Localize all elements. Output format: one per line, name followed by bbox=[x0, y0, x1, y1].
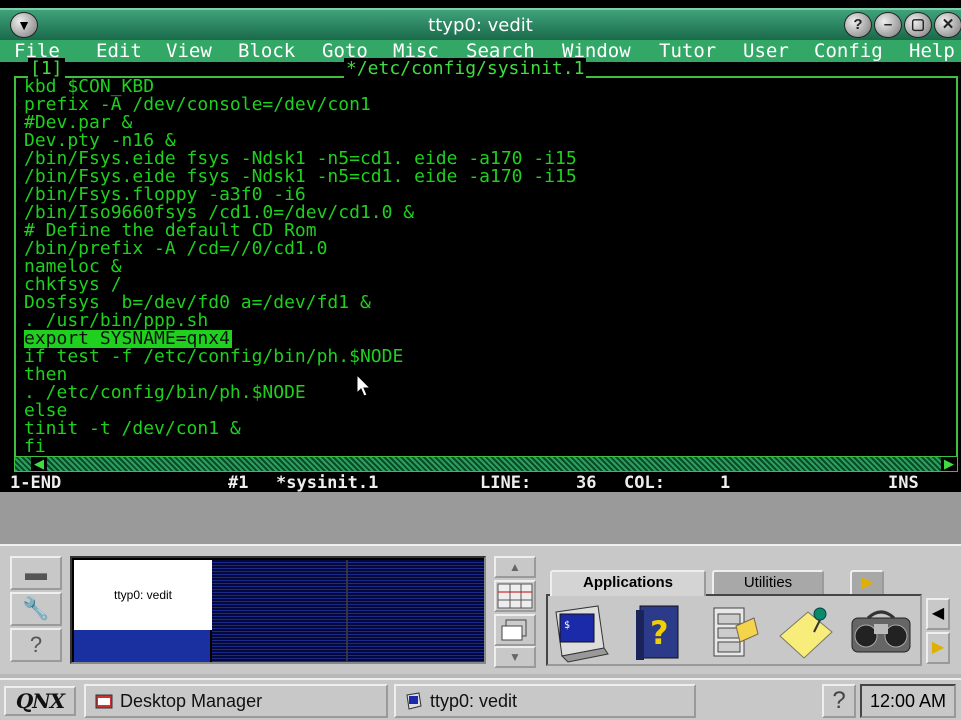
menu-user[interactable]: User bbox=[743, 40, 789, 62]
launcher-scroll-left-icon[interactable]: ◀ bbox=[926, 598, 950, 630]
editor-line: if test -f /etc/config/bin/ph.$NODE bbox=[24, 346, 404, 367]
desktop-pager[interactable]: ttyp0: vedit bbox=[70, 556, 486, 664]
qnx-logo-button[interactable]: QNX bbox=[4, 686, 76, 716]
terminal-icon[interactable]: $ bbox=[546, 598, 612, 668]
desktop-background bbox=[0, 492, 961, 544]
horizontal-scrollbar[interactable]: ◀ ▶ bbox=[14, 456, 958, 472]
file-path-label: */etc/config/sysinit.1 bbox=[344, 58, 587, 79]
help-book-icon[interactable]: ? bbox=[626, 598, 692, 668]
menu-view[interactable]: View bbox=[166, 40, 212, 62]
task-label: ttyp0: vedit bbox=[430, 691, 518, 711]
menu-help[interactable]: Help bbox=[909, 40, 955, 62]
launcher-scroll-right-icon[interactable]: ▶ bbox=[926, 632, 950, 664]
mouse-pointer-icon bbox=[356, 374, 372, 397]
terminal-task-icon bbox=[404, 690, 424, 710]
status-col-label: COL: bbox=[624, 473, 665, 492]
tab-more-icon[interactable]: ▶ bbox=[850, 570, 884, 596]
editor-line: fi bbox=[24, 436, 46, 457]
window-maximize-button[interactable]: ▢ bbox=[904, 12, 932, 38]
status-filename: *sysinit.1 bbox=[276, 473, 379, 492]
window-title: ttyp0: vedit bbox=[428, 15, 533, 36]
task-label: Desktop Manager bbox=[120, 691, 263, 711]
clock: 12:00 AM bbox=[860, 684, 956, 718]
window-minimize-button[interactable]: – bbox=[874, 12, 902, 38]
pager-scroll-up-icon[interactable]: ▲ bbox=[494, 556, 536, 578]
taskbar-help-button[interactable]: ? bbox=[822, 684, 856, 718]
status-insert-mode: INS bbox=[888, 473, 919, 492]
pager-divider bbox=[346, 560, 348, 662]
status-line-label: LINE: bbox=[480, 473, 532, 492]
task-ttyp0-vedit[interactable]: ttyp0: vedit bbox=[394, 684, 696, 718]
terminal-window: ▼ ttyp0: vedit ? – ▢ ✕ File Edit View Bl… bbox=[0, 0, 961, 492]
tab-utilities[interactable]: Utilities bbox=[712, 570, 824, 596]
status-line-value: 36 bbox=[576, 473, 597, 492]
tab-applications[interactable]: Applications bbox=[550, 570, 706, 596]
media-player-icon[interactable] bbox=[848, 598, 914, 668]
pager-window-thumbnail[interactable]: ttyp0: vedit bbox=[74, 560, 212, 630]
task-desktop-manager[interactable]: Desktop Manager bbox=[84, 684, 388, 718]
editor-line: tinit -t /dev/con1 & bbox=[24, 418, 241, 439]
menu-block[interactable]: Block bbox=[238, 40, 295, 62]
scroll-right-icon[interactable]: ▶ bbox=[941, 457, 957, 471]
pager-grid-icon[interactable] bbox=[494, 580, 536, 612]
svg-text:$: $ bbox=[564, 620, 570, 631]
window-titlebar[interactable]: ▼ ttyp0: vedit ? – ▢ ✕ bbox=[0, 8, 961, 40]
help-question-icon[interactable]: ? bbox=[10, 628, 62, 662]
status-buffer: #1 bbox=[228, 473, 249, 492]
status-mode: 1-END bbox=[10, 473, 62, 492]
menu-config[interactable]: Config bbox=[814, 40, 883, 62]
pager-console-region bbox=[74, 630, 210, 662]
status-col-value: 1 bbox=[720, 473, 731, 492]
wrench-icon[interactable]: 🔧 bbox=[10, 592, 62, 626]
menu-edit[interactable]: Edit bbox=[96, 40, 142, 62]
editor-text-area[interactable]: kbd $CON_KBD prefix -A /dev/console=/dev… bbox=[14, 78, 958, 456]
svg-text:?: ? bbox=[650, 614, 669, 652]
pager-window-list-icon[interactable] bbox=[494, 614, 536, 646]
scroll-left-icon[interactable]: ◀ bbox=[31, 457, 47, 471]
file-manager-icon[interactable] bbox=[698, 598, 764, 668]
taskbar: QNX Desktop Manager ttyp0: vedit ? 12:00… bbox=[0, 678, 961, 720]
desktop-manager-icon bbox=[94, 690, 114, 710]
editor-frame-top: [1] */etc/config/sysinit.1 bbox=[14, 58, 958, 79]
pager-scroll-down-icon[interactable]: ▼ bbox=[494, 646, 536, 668]
window-close-button[interactable]: ✕ bbox=[934, 12, 961, 38]
shelf-minimize-button[interactable]: ▬ bbox=[10, 556, 62, 590]
editor-statusbar: 1-END #1 *sysinit.1 LINE: 36 COL: 1 INS bbox=[0, 474, 961, 492]
menu-tutor[interactable]: Tutor bbox=[659, 40, 716, 62]
notepad-icon[interactable] bbox=[772, 598, 838, 668]
pager-workspace-grid[interactable] bbox=[212, 560, 484, 662]
window-help-button[interactable]: ? bbox=[844, 12, 872, 38]
